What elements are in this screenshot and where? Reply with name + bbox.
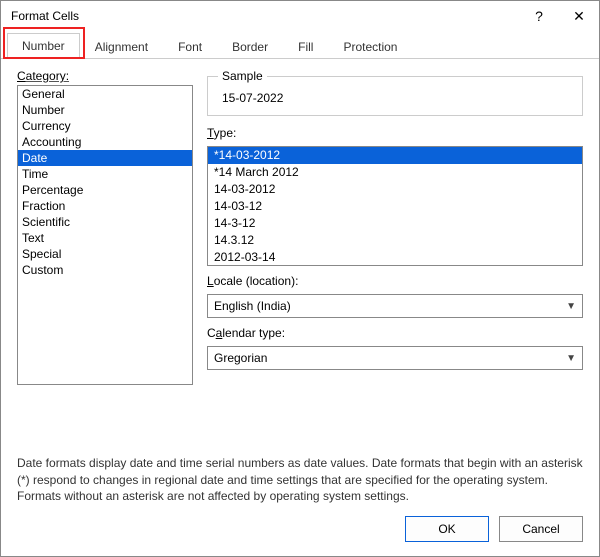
- category-item[interactable]: Accounting: [18, 134, 192, 150]
- category-listbox[interactable]: GeneralNumberCurrencyAccountingDateTimeP…: [17, 85, 193, 385]
- calendar-label: Calendar type:: [207, 326, 583, 340]
- detail-column: Sample 15-07-2022 Type: *14-03-2012*14 M…: [207, 69, 583, 445]
- category-item[interactable]: Special: [18, 246, 192, 262]
- category-item[interactable]: Custom: [18, 262, 192, 278]
- help-icon: ?: [535, 8, 543, 24]
- chevron-down-icon: ▼: [566, 301, 576, 312]
- close-icon: ✕: [573, 8, 585, 25]
- category-item[interactable]: Percentage: [18, 182, 192, 198]
- description-text: Date formats display date and time seria…: [1, 449, 599, 506]
- sample-value: 15-07-2022: [218, 89, 572, 105]
- locale-label: Locale (location):: [207, 274, 583, 288]
- category-column: Category: GeneralNumberCurrencyAccountin…: [17, 69, 193, 445]
- category-item[interactable]: Scientific: [18, 214, 192, 230]
- tabstrip: Number Alignment Font Border Fill Protec…: [1, 31, 599, 59]
- locale-value: English (India): [214, 299, 291, 313]
- type-label: Type:: [207, 126, 583, 140]
- ok-button[interactable]: OK: [405, 516, 489, 542]
- type-item[interactable]: *14 March 2012: [208, 164, 582, 181]
- category-item[interactable]: Number: [18, 102, 192, 118]
- type-item[interactable]: 2012-03-14: [208, 249, 582, 266]
- format-cells-dialog: Format Cells ? ✕ Number Alignment Font B…: [0, 0, 600, 557]
- type-item[interactable]: 14-03-2012: [208, 181, 582, 198]
- sample-label: Sample: [218, 69, 267, 83]
- sample-group: Sample 15-07-2022: [207, 69, 583, 116]
- cancel-button[interactable]: Cancel: [499, 516, 583, 542]
- tab-fill[interactable]: Fill: [283, 34, 328, 59]
- category-item[interactable]: Text: [18, 230, 192, 246]
- locale-combo[interactable]: English (India) ▼: [207, 294, 583, 318]
- tab-protection[interactable]: Protection: [328, 34, 412, 59]
- chevron-down-icon: ▼: [566, 353, 576, 364]
- tab-number[interactable]: Number: [7, 33, 80, 59]
- type-listbox[interactable]: *14-03-2012*14 March 201214-03-201214-03…: [207, 146, 583, 266]
- calendar-value: Gregorian: [214, 351, 267, 365]
- tab-content: Category: GeneralNumberCurrencyAccountin…: [1, 59, 599, 449]
- category-item[interactable]: General: [18, 86, 192, 102]
- close-button[interactable]: ✕: [559, 1, 599, 31]
- calendar-combo[interactable]: Gregorian ▼: [207, 346, 583, 370]
- help-button[interactable]: ?: [519, 1, 559, 31]
- category-item[interactable]: Date: [18, 150, 192, 166]
- dialog-title: Format Cells: [11, 9, 519, 23]
- tab-font[interactable]: Font: [163, 34, 217, 59]
- category-label: Category:: [17, 69, 193, 83]
- tab-border[interactable]: Border: [217, 34, 283, 59]
- tab-alignment[interactable]: Alignment: [80, 34, 163, 59]
- category-item[interactable]: Fraction: [18, 198, 192, 214]
- type-item[interactable]: 14.3.12: [208, 232, 582, 249]
- type-item[interactable]: 14-03-12: [208, 198, 582, 215]
- dialog-buttons: OK Cancel: [1, 506, 599, 556]
- category-item[interactable]: Currency: [18, 118, 192, 134]
- titlebar: Format Cells ? ✕: [1, 1, 599, 31]
- type-item[interactable]: *14-03-2012: [208, 147, 582, 164]
- type-item[interactable]: 14-3-12: [208, 215, 582, 232]
- category-item[interactable]: Time: [18, 166, 192, 182]
